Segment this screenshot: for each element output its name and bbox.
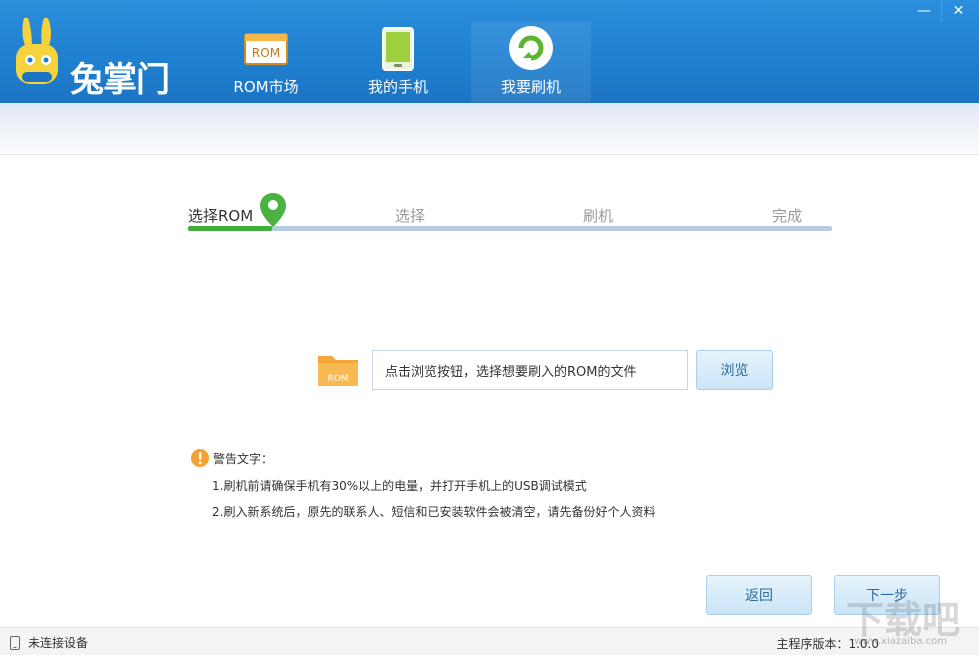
folder-label: ROM <box>327 374 348 384</box>
warning-title: 警告文字： <box>213 451 274 466</box>
warning-line-1: 1.刷机前请确保手机有30%以上的电量，并打开手机上的USB调试模式 <box>212 479 587 493</box>
nav-my-phone[interactable]: 我的手机 <box>338 22 458 102</box>
step-select-rom: 选择ROM <box>188 207 254 225</box>
nav-rom-market[interactable]: ROM ROM市场 <box>206 22 326 102</box>
nav-label: 我的手机 <box>367 78 428 96</box>
rabbit-logo-icon <box>16 18 58 84</box>
status-bar: 未连接设备 主程序版本：1.0.0 <box>0 627 979 655</box>
rom-market-icon: ROM <box>244 33 288 65</box>
app-header: 兔掌门 ROM ROM市场 我的手机 我要刷机 — ✕ <box>0 0 979 103</box>
app-logo: 兔掌门 <box>14 14 184 100</box>
warning-box: 警告文字： 1.刷机前请确保手机有30%以上的电量，并打开手机上的USB调试模式… <box>190 448 790 520</box>
refresh-flash-icon <box>509 26 553 70</box>
file-picker: ROM 浏览 <box>316 350 776 392</box>
nav-flash[interactable]: 我要刷机 <box>471 22 591 102</box>
rom-folder-icon: ROM <box>318 356 358 386</box>
phone-icon <box>382 27 414 71</box>
step-progress: 选择ROM 选择 刷机 完成 <box>188 193 832 235</box>
brand-name: 兔掌门 <box>70 60 170 100</box>
step-done: 完成 <box>772 207 803 225</box>
window-controls: — ✕ <box>907 0 975 22</box>
device-icon <box>10 635 20 650</box>
nav-label: ROM市场 <box>233 78 299 96</box>
browse-button[interactable]: 浏览 <box>696 350 773 390</box>
back-button[interactable]: 返回 <box>706 575 812 615</box>
watermark-url: www.xiazaiba.com <box>854 636 947 647</box>
location-pin-icon <box>260 193 286 227</box>
warning-line-2: 2.刷入新系统后，原先的联系人、短信和已安装软件会被清空，请先备份好个人资料 <box>212 505 656 519</box>
close-button[interactable]: ✕ <box>941 0 975 22</box>
sub-banner <box>0 103 979 155</box>
nav-label: 我要刷机 <box>500 78 561 96</box>
device-status: 未连接设备 <box>28 636 89 650</box>
step-flash: 刷机 <box>583 207 614 225</box>
step-select: 选择 <box>395 207 426 225</box>
warning-icon <box>191 449 209 467</box>
minimize-button[interactable]: — <box>907 0 941 22</box>
svg-text:ROM: ROM <box>252 46 280 60</box>
rom-file-input[interactable] <box>372 350 688 390</box>
next-button[interactable]: 下一步 <box>834 575 940 615</box>
